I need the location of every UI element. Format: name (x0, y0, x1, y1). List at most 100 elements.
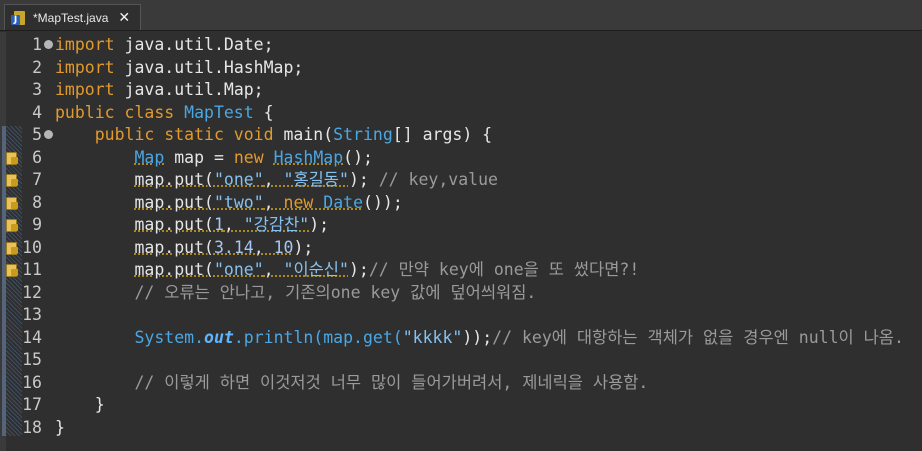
code-token: ( (323, 125, 334, 144)
code-token: map.put( (134, 170, 214, 189)
code-line[interactable]: 8 map.put("two", new Date()); (0, 192, 922, 214)
code-text: System.out.println(map.get("kkkk"));// k… (55, 327, 903, 349)
fold-toggle-icon[interactable] (44, 40, 53, 49)
code-token: // key,value (378, 170, 498, 189)
line-number: 17 (22, 395, 42, 414)
line-number: 6 (32, 147, 42, 167)
code-token: "강감찬" (243, 215, 310, 234)
code-token: map.put( (134, 215, 214, 234)
code-token: , (263, 260, 284, 279)
code-token: ); (293, 237, 314, 257)
line-number: 8 (32, 192, 42, 212)
line-number: 4 (32, 102, 42, 122)
code-token: // 이렇게 하면 이것저것 너무 많이 들어가버려서, 제네릭을 사용함. (134, 372, 649, 392)
editor-tab-bar: J *MapTest.java ✕ (0, 0, 922, 31)
code-line[interactable]: 10 map.put(3.14, 10); (0, 237, 922, 259)
line-number: 3 (32, 80, 42, 99)
code-token: "one" (213, 170, 264, 189)
code-token: System. (134, 327, 205, 347)
close-tab-icon[interactable]: ✕ (118, 10, 130, 26)
code-line[interactable]: 3 import java.util.Map; (0, 79, 922, 101)
code-token: "이순신" (283, 260, 349, 279)
code-line[interactable]: 15 (0, 349, 922, 371)
code-token: // 만약 key에 one을 또 썼다면?! (368, 260, 640, 279)
code-token: java.util.Map; (114, 80, 264, 99)
line-number: 5 (32, 125, 42, 144)
code-token: out (204, 327, 234, 347)
code-token: import (55, 35, 115, 54)
code-token: "two" (213, 192, 264, 212)
code-token: 3.14 (213, 237, 254, 257)
code-text: map.put("one", "홍길동"); // key,value (55, 169, 498, 191)
code-token: main (283, 125, 324, 144)
line-number: 2 (32, 57, 42, 77)
code-token: .println(map.get( (233, 327, 403, 347)
code-token: , (223, 215, 244, 234)
code-token: , (263, 192, 284, 212)
code-token: { (253, 102, 274, 122)
code-line[interactable]: 14 System.out.println(map.get("kkkk"));/… (0, 327, 922, 349)
line-number: 12 (22, 282, 42, 302)
code-token: } (55, 395, 105, 414)
code-text: map.put(3.14, 10); (55, 237, 313, 259)
code-token: ); (348, 260, 369, 279)
code-line[interactable]: 11 map.put("one", "이순신");// 만약 key에 one을… (0, 259, 922, 281)
code-token: , (263, 170, 284, 189)
code-token: ); (309, 215, 330, 234)
code-token: java.util.Date; (114, 35, 274, 54)
code-text: Map map = new HashMap(); (55, 147, 373, 169)
code-text: import java.util.Date; (55, 34, 274, 56)
line-number: 9 (32, 215, 42, 234)
code-token: [] args) { (392, 125, 493, 144)
code-text: map.put("one", "이순신");// 만약 key에 one을 또 … (55, 259, 639, 281)
code-token: (); (343, 147, 373, 167)
code-line[interactable]: 13 (0, 304, 922, 326)
code-line[interactable]: 2 import java.util.HashMap; (0, 57, 922, 79)
code-token: Date (323, 192, 364, 212)
code-line[interactable]: 17 } (0, 394, 922, 416)
code-token: new (233, 147, 274, 167)
code-editor[interactable]: 1 import java.util.Date; 2 import java.util… (0, 32, 922, 451)
line-number: 7 (32, 170, 42, 189)
code-token: HashMap (273, 147, 344, 167)
code-token: } (55, 417, 65, 437)
code-line[interactable]: 1 import java.util.Date; (0, 34, 922, 56)
code-line[interactable]: 7 map.put("one", "홍길동"); // key,value (0, 169, 922, 191)
line-number: 15 (22, 350, 42, 369)
code-token: new (283, 192, 324, 212)
code-token: map.put( (134, 260, 214, 279)
code-token: map.put( (134, 237, 214, 257)
tab-maptest-java[interactable]: J *MapTest.java ✕ (4, 4, 142, 30)
code-token: 10 (273, 237, 294, 257)
line-number: 10 (22, 237, 42, 257)
code-text: } (55, 417, 65, 439)
code-token: ()); (363, 192, 403, 212)
code-text: public class MapTest { (55, 102, 274, 124)
line-number: 18 (22, 417, 42, 437)
code-line[interactable]: 5 public static void main(String[] args)… (0, 124, 922, 146)
line-number: 14 (22, 327, 42, 347)
code-token: String (333, 125, 393, 144)
code-text: public static void main(String[] args) { (55, 124, 492, 146)
code-text: map.put(1, "강감찬"); (55, 214, 329, 236)
code-line[interactable]: 9 map.put(1, "강감찬"); (0, 214, 922, 236)
tab-label: *MapTest.java (33, 10, 109, 25)
code-token: "one" (213, 260, 264, 279)
fold-toggle-icon[interactable] (44, 130, 53, 139)
code-text: import java.util.Map; (55, 79, 264, 101)
line-number: 16 (22, 372, 42, 392)
code-line[interactable]: 16 // 이렇게 하면 이것저것 너무 많이 들어가버려서, 제네릭을 사용함… (0, 372, 922, 394)
code-line[interactable]: 18} (0, 417, 922, 439)
code-line[interactable]: 4 public class MapTest { (0, 102, 922, 124)
code-line[interactable]: 6 Map map = new HashMap(); (0, 147, 922, 169)
code-text: // 이렇게 하면 이것저것 너무 많이 들어가버려서, 제네릭을 사용함. (55, 372, 648, 394)
code-line[interactable]: 12 // 오류는 안나고, 기존의one key 값에 덮어씌워짐. (0, 282, 922, 304)
code-token: map = (164, 147, 234, 167)
